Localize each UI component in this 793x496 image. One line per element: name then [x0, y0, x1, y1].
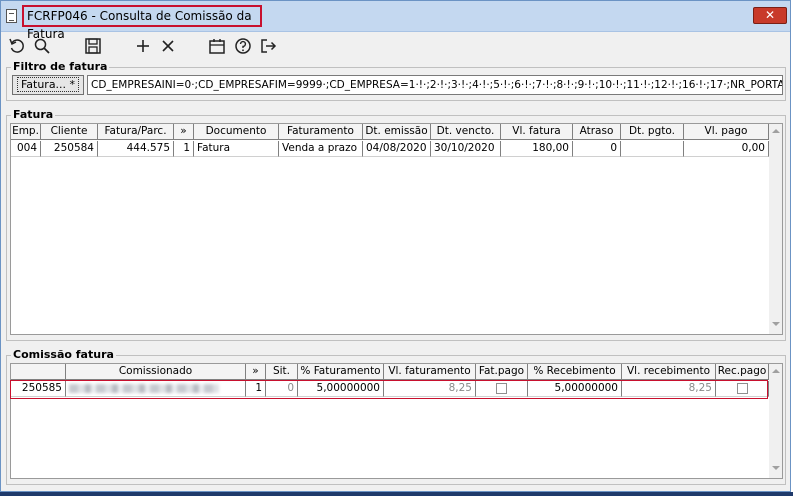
fatura-col-cliente[interactable]: Cliente: [41, 124, 98, 140]
fatura-cell-atraso: 0: [573, 141, 621, 157]
comissao-col-expand[interactable]: »: [246, 364, 266, 380]
fatura-col-dt-pgto[interactable]: Dt. pgto.: [621, 124, 684, 140]
main-window: FCRFP046 - Consulta de Comissão da Fatur…: [0, 0, 791, 492]
taskbar-edge: [0, 492, 793, 496]
fatura-cell-parcela: 1: [174, 141, 194, 157]
fatura-cell-dt-pgto: [621, 141, 684, 157]
fat-pago-checkbox[interactable]: [496, 382, 507, 394]
comissao-vertical-scrollbar[interactable]: [769, 364, 782, 478]
close-button[interactable]: ✕: [753, 7, 787, 24]
fatura-col-atraso[interactable]: Atraso: [573, 124, 621, 140]
scroll-up-icon[interactable]: [772, 129, 780, 133]
remove-icon[interactable]: [158, 36, 178, 56]
rec-pago-checkbox[interactable]: [736, 382, 748, 394]
add-icon[interactable]: [133, 36, 153, 56]
fatura-col-vl-fatura[interactable]: Vl. fatura: [501, 124, 573, 140]
fatura-col-vl-pago[interactable]: Vl. pago: [684, 124, 769, 140]
comissao-cell-codigo: 250585: [11, 381, 66, 397]
comissao-col-pct-faturamento[interactable]: % Faturamento: [298, 364, 384, 380]
comissao-group-title: Comissão fatura: [11, 348, 116, 361]
toolbar: [1, 32, 790, 60]
comissao-col-sit[interactable]: Sit.: [266, 364, 298, 380]
search-icon[interactable]: [32, 36, 52, 56]
fatura-group-title: Fatura: [11, 108, 56, 121]
fatura-cell-vl-pago: 0,00: [684, 141, 769, 157]
comissao-cell-pct-recebimento[interactable]: 5,00000000: [528, 381, 622, 397]
title-bar: FCRFP046 - Consulta de Comissão da Fatur…: [1, 1, 790, 41]
comissao-cell-pct-faturamento[interactable]: 5,00000000: [298, 381, 384, 397]
fatura-grid[interactable]: Emp. Cliente Fatura/Parc. » Documento Fa…: [10, 123, 783, 335]
comissao-cell-fat-pago: [476, 381, 528, 397]
fatura-cell-vl-fatura: 180,00: [501, 141, 573, 157]
fatura-filter-button[interactable]: Fatura... *: [12, 75, 84, 95]
fatura-col-fatura-parc[interactable]: Fatura/Parc.: [98, 124, 174, 140]
comissao-cell-rec-pago: [716, 381, 769, 397]
comissao-cell-sit: 0: [266, 381, 298, 397]
comissao-cell-seq: 1: [246, 381, 266, 397]
redacted-name: [69, 384, 219, 393]
save-icon[interactable]: [83, 36, 103, 56]
scroll-up-icon[interactable]: [772, 369, 780, 373]
comissao-cell-vl-faturamento: 8,25: [384, 381, 476, 397]
undo-icon[interactable]: [7, 36, 27, 56]
fatura-cell-emp: 004: [11, 141, 41, 157]
fatura-col-expand[interactable]: »: [174, 124, 194, 140]
comissao-col-comissionado[interactable]: Comissionado: [66, 364, 246, 380]
comissao-col-rec-pago[interactable]: Rec.pago: [716, 364, 769, 380]
fatura-col-emp[interactable]: Emp.: [11, 124, 41, 140]
filter-expression-field[interactable]: CD_EMPRESAINI=0·;CD_EMPRESAFIM=9999·;CD_…: [87, 75, 783, 95]
filter-group-title: Filtro de fatura: [11, 60, 110, 73]
fatura-col-dt-vencto[interactable]: Dt. vencto.: [431, 124, 501, 140]
window-title: FCRFP046 - Consulta de Comissão da Fatur…: [22, 5, 262, 41]
comissao-col-fat-pago[interactable]: Fat.pago: [476, 364, 528, 380]
fatura-cell-documento: Fatura: [194, 141, 279, 157]
fatura-cell-fatura-parc: 444.575: [98, 141, 174, 157]
comissao-col-vl-faturamento[interactable]: Vl. faturamento: [384, 364, 476, 380]
fatura-col-faturamento[interactable]: Faturamento: [279, 124, 363, 140]
fatura-vertical-scrollbar[interactable]: [769, 124, 782, 334]
scroll-down-icon[interactable]: [772, 322, 780, 326]
help-icon[interactable]: [233, 36, 253, 56]
comissao-grid[interactable]: Comissionado » Sit. % Faturamento Vl. fa…: [10, 363, 783, 479]
comissao-cell-comissionado: [66, 381, 246, 397]
fatura-cell-cliente: 250584: [41, 141, 98, 157]
document-icon: [6, 9, 17, 23]
scroll-down-icon[interactable]: [772, 466, 780, 470]
fatura-col-dt-emissao[interactable]: Dt. emissão: [363, 124, 431, 140]
comissao-col-pct-recebimento[interactable]: % Recebimento: [528, 364, 622, 380]
fatura-cell-dt-vencto: 30/10/2020: [431, 141, 501, 157]
fatura-cell-dt-emissao: 04/08/2020: [363, 141, 431, 157]
exit-icon[interactable]: [258, 36, 278, 56]
fatura-filter-button-label: Fatura... *: [16, 77, 80, 92]
comissao-cell-vl-recebimento: 8,25: [622, 381, 716, 397]
comissao-col-vl-recebimento[interactable]: Vl. recebimento: [622, 364, 716, 380]
comissao-col-codigo[interactable]: [11, 364, 66, 380]
calendar-icon[interactable]: [207, 36, 227, 56]
fatura-cell-faturamento: Venda a prazo: [279, 141, 363, 157]
fatura-col-documento[interactable]: Documento: [194, 124, 279, 140]
